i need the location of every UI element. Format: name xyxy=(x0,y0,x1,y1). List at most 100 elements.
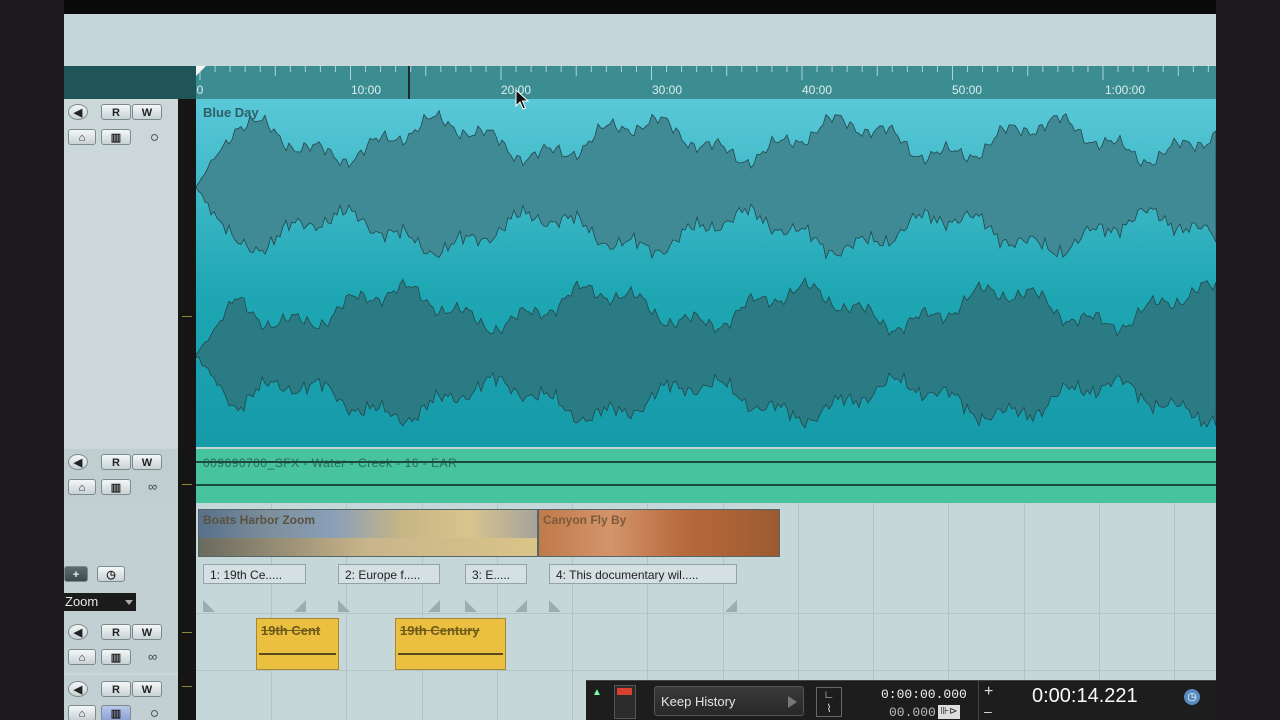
track-header-video xyxy=(64,503,178,558)
left-locator-time[interactable]: 0:00:00.000 xyxy=(881,687,967,702)
marker-3[interactable]: 3: E..... xyxy=(465,562,527,612)
read-button[interactable]: R xyxy=(101,104,131,120)
divider-mark xyxy=(182,686,192,687)
clock-icon[interactable]: ◷ xyxy=(97,566,125,582)
read-button[interactable]: R xyxy=(101,454,131,470)
marker-add-icon[interactable]: + xyxy=(64,566,88,582)
record-meter[interactable] xyxy=(614,685,636,719)
transport-bar: ▲ Keep History ∟ ⌇ 0:00:00.000 00.000 ⊪⊳ … xyxy=(586,680,1216,720)
waveform-line xyxy=(196,461,1216,463)
midi-clip-1[interactable]: 19th Cent xyxy=(256,618,339,670)
speaker-icon[interactable]: ◀ xyxy=(68,624,88,640)
track-header-bottom: ◀ R W ⌂ ▥ xyxy=(64,675,178,720)
monitor-dot-icon[interactable] xyxy=(151,710,158,717)
chevron-down-icon xyxy=(125,600,133,605)
daw-project-window: 0 10:00 20:00 30:00 40:00 50:00 1:00:00 … xyxy=(64,14,1216,720)
marker-end xyxy=(725,600,737,612)
lock-icon[interactable]: ⌂ xyxy=(68,705,96,720)
header-divider xyxy=(178,99,196,720)
track-header-midi: ◀ R W ⌂ ▥ ∞ xyxy=(64,618,178,673)
monitor-dot-icon[interactable] xyxy=(151,134,158,141)
write-button[interactable]: W xyxy=(132,624,162,640)
marker-start xyxy=(465,600,477,612)
write-button[interactable]: W xyxy=(132,104,162,120)
locator-icon[interactable]: ∟ ⌇ xyxy=(816,687,842,717)
marker-end xyxy=(515,600,527,612)
divider-mark xyxy=(182,316,192,317)
midi-clip-name: 19th Century xyxy=(400,623,480,638)
thumbnail-strip xyxy=(199,538,537,556)
event-name: Blue Day xyxy=(203,105,259,120)
ruler-label-30: 30:00 xyxy=(651,83,683,97)
video-frame-right xyxy=(1216,0,1280,720)
primary-time-display[interactable]: 0:00:14.221 xyxy=(1032,685,1138,708)
toolbar-area xyxy=(64,14,1216,66)
history-selector[interactable]: Keep History xyxy=(654,686,804,716)
marker-4[interactable]: 4: This documentary wil..... xyxy=(549,562,737,612)
minus-button[interactable]: – xyxy=(984,703,992,719)
lane-divider xyxy=(196,670,1216,671)
ruler-label-10: 10:00 xyxy=(350,83,382,97)
video-clip-name: Canyon Fly By xyxy=(543,513,627,527)
track-headers-panel: ◀ R W ⌂ ▥ ◀ R W ⌂ ▥ ∞ + ◷ ◀ R W ⌂ ▥ ∞ ◀ … xyxy=(64,99,178,720)
ruler-label-60: 1:00:00 xyxy=(1104,83,1146,97)
divider-mark xyxy=(182,484,192,485)
divider-mark xyxy=(182,632,192,633)
read-button[interactable]: R xyxy=(101,624,131,640)
video-clip-canyon[interactable]: Canyon Fly By xyxy=(538,509,780,557)
track-header-sfx: ◀ R W ⌂ ▥ ∞ xyxy=(64,449,178,503)
speaker-icon[interactable]: ◀ xyxy=(68,681,88,697)
plus-button[interactable]: + xyxy=(984,683,993,701)
ruler-label-50: 50:00 xyxy=(951,83,983,97)
video-frame-left xyxy=(0,0,64,720)
video-frame-top xyxy=(64,0,1216,14)
write-button[interactable]: W xyxy=(132,454,162,470)
lane-icon[interactable]: ▥ xyxy=(101,129,131,145)
write-button[interactable]: W xyxy=(132,681,162,697)
video-clip-boats[interactable]: Boats Harbor Zoom xyxy=(198,509,538,557)
ruler-label-0: 0 xyxy=(196,83,204,97)
video-clip-name: Boats Harbor Zoom xyxy=(203,513,316,527)
link-icon[interactable]: ∞ xyxy=(148,649,157,664)
transport-divider xyxy=(978,681,979,720)
marker-label: 3: E..... xyxy=(465,564,527,584)
marker-label: 1: 19th Ce..... xyxy=(203,564,306,584)
lane-icon[interactable]: ▥ xyxy=(101,649,131,665)
marker-2[interactable]: 2: Europe f..... xyxy=(338,562,440,612)
time-ruler[interactable]: 0 10:00 20:00 30:00 40:00 50:00 1:00:00 xyxy=(196,66,1216,100)
right-locator-time[interactable]: 00.000 xyxy=(889,705,936,720)
track-header-blue-day: ◀ R W ⌂ ▥ xyxy=(64,99,178,447)
midi-clip-name: 19th Cent xyxy=(261,623,321,638)
audio-event-sfx[interactable]: 009690700_SFX - Water - Creek - 16 - EAR xyxy=(196,449,1216,503)
lane-icon[interactable]: ▥ xyxy=(101,479,131,495)
marker-start xyxy=(549,600,561,612)
midi-clip-2[interactable]: 19th Century xyxy=(395,618,506,670)
link-icon[interactable]: ∞ xyxy=(148,479,157,494)
ruler-ticks xyxy=(196,66,1209,99)
ruler-header xyxy=(64,66,196,99)
marker-1[interactable]: 1: 19th Ce..... xyxy=(203,562,306,612)
lock-icon[interactable]: ⌂ xyxy=(68,129,96,145)
speaker-icon[interactable]: ◀ xyxy=(68,104,88,120)
zoom-select[interactable]: Zoom xyxy=(64,593,136,611)
lock-icon[interactable]: ⌂ xyxy=(68,479,96,495)
lock-icon[interactable]: ⌂ xyxy=(68,649,96,665)
marker-end xyxy=(294,600,306,612)
sync-icon[interactable]: ⊪⊳ xyxy=(938,705,960,719)
play-arrow-icon xyxy=(788,696,797,708)
waveform xyxy=(196,109,1216,429)
clock-icon[interactable]: ◷ xyxy=(1184,689,1200,705)
audio-event-blue-day[interactable]: Blue Day xyxy=(196,99,1216,447)
read-button[interactable]: R xyxy=(101,681,131,697)
waveform-line xyxy=(196,484,1216,486)
midi-notes xyxy=(398,653,503,655)
speaker-icon[interactable]: ◀ xyxy=(68,454,88,470)
lane-icon[interactable]: ▥ xyxy=(101,705,131,720)
marker-lane: 1: 19th Ce..... 2: Europe f..... 3: E...… xyxy=(196,562,1216,616)
marker-label: 2: Europe f..... xyxy=(338,564,440,584)
marker-start xyxy=(203,600,215,612)
history-label: Keep History xyxy=(661,694,736,709)
mouse-pointer-icon xyxy=(515,89,529,110)
marker-start xyxy=(338,600,350,612)
up-arrow-icon[interactable]: ▲ xyxy=(592,687,602,698)
